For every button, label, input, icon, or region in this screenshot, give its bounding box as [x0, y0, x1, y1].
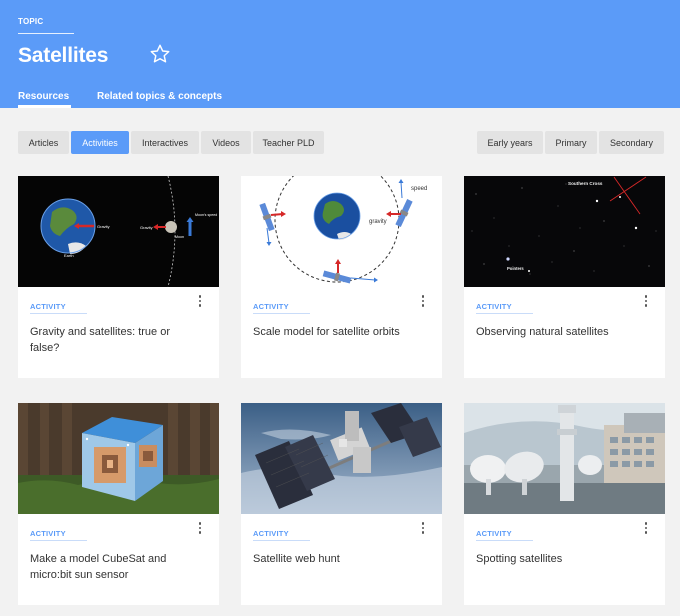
img-label-pointers: Pointers — [507, 266, 524, 271]
card-image-space-station — [241, 403, 442, 514]
card-type-tag: ACTIVITY — [253, 529, 289, 538]
card-image-night-sky: Southern Cross Pointers — [464, 176, 665, 287]
filter-articles-button[interactable]: Articles — [18, 131, 69, 154]
more-options-icon[interactable] — [642, 294, 650, 308]
resource-type-filters: Articles Activities Interactives Videos … — [18, 131, 324, 154]
card-tag-underline — [476, 540, 533, 541]
resource-card-cubesat[interactable]: ACTIVITY Make a model CubeSat and micro:… — [18, 403, 219, 605]
card-tag-underline — [30, 313, 87, 314]
card-image-gravity-diagram: Gravity Earth Gravity Moon's speed Moon — [18, 176, 219, 287]
img-label-moons-speed: Moon's speed — [195, 213, 217, 217]
img-label-southern-cross: Southern Cross — [568, 181, 603, 186]
card-type-tag: ACTIVITY — [253, 302, 289, 311]
card-type-tag: ACTIVITY — [476, 302, 512, 311]
filter-interactives-button[interactable]: Interactives — [131, 131, 199, 154]
img-label-moon: Moon — [175, 235, 184, 239]
card-title[interactable]: Satellite web hunt — [253, 551, 423, 567]
img-label-gravity-1: Gravity — [97, 224, 110, 229]
filter-early-years-button[interactable]: Early years — [477, 131, 543, 154]
card-type-tag: ACTIVITY — [30, 302, 66, 311]
level-filters: Early years Primary Secondary — [477, 131, 664, 154]
more-options-icon[interactable] — [642, 521, 650, 535]
card-title[interactable]: Spotting satellites — [476, 551, 646, 567]
resource-card-scale-model[interactable]: speed gravity ACTIVITY Scale model for s… — [241, 176, 442, 378]
card-title[interactable]: Make a model CubeSat and micro:bit sun s… — [30, 551, 200, 583]
tab-related-topics[interactable]: Related topics & concepts — [97, 91, 222, 102]
filter-primary-button[interactable]: Primary — [545, 131, 597, 154]
card-tag-underline — [253, 540, 310, 541]
active-tab-indicator — [18, 105, 71, 108]
img-label-earth: Earth — [64, 253, 74, 258]
topic-header: TOPIC Satellites Resources Related topic… — [0, 0, 680, 108]
topic-label-underline — [18, 33, 74, 34]
filter-teacher-pld-button[interactable]: Teacher PLD — [253, 131, 324, 154]
card-tag-underline — [30, 540, 87, 541]
star-icon[interactable] — [149, 43, 171, 65]
card-image-satellite-dishes — [464, 403, 665, 514]
resource-card-gravity[interactable]: Gravity Earth Gravity Moon's speed Moon … — [18, 176, 219, 378]
img-label-speed: speed — [411, 186, 427, 192]
filter-secondary-button[interactable]: Secondary — [599, 131, 664, 154]
more-options-icon[interactable] — [419, 294, 427, 308]
resource-card-spotting-satellites[interactable]: ACTIVITY Spotting satellites — [464, 403, 665, 605]
tab-resources[interactable]: Resources — [18, 91, 69, 102]
img-label-gravity-2: Gravity — [140, 225, 153, 230]
img-label-gravity: gravity — [369, 219, 387, 225]
filter-videos-button[interactable]: Videos — [201, 131, 251, 154]
card-tag-underline — [476, 313, 533, 314]
card-tag-underline — [253, 313, 310, 314]
card-title[interactable]: Observing natural satellites — [476, 324, 646, 340]
more-options-icon[interactable] — [196, 521, 204, 535]
filter-activities-button[interactable]: Activities — [71, 131, 129, 154]
resource-card-natural-satellites[interactable]: Southern Cross Pointers ACTIVITY Observi… — [464, 176, 665, 378]
more-options-icon[interactable] — [419, 521, 427, 535]
resource-card-web-hunt[interactable]: ACTIVITY Satellite web hunt — [241, 403, 442, 605]
card-title[interactable]: Gravity and satellites: true or false? — [30, 324, 200, 356]
more-options-icon[interactable] — [196, 294, 204, 308]
card-type-tag: ACTIVITY — [30, 529, 66, 538]
card-title[interactable]: Scale model for satellite orbits — [253, 324, 423, 340]
card-image-orbit-diagram: speed gravity — [241, 176, 442, 287]
topic-label: TOPIC — [18, 17, 44, 26]
card-image-cubesat-photo — [18, 403, 219, 514]
card-type-tag: ACTIVITY — [476, 529, 512, 538]
page-title: Satellites — [18, 44, 109, 67]
